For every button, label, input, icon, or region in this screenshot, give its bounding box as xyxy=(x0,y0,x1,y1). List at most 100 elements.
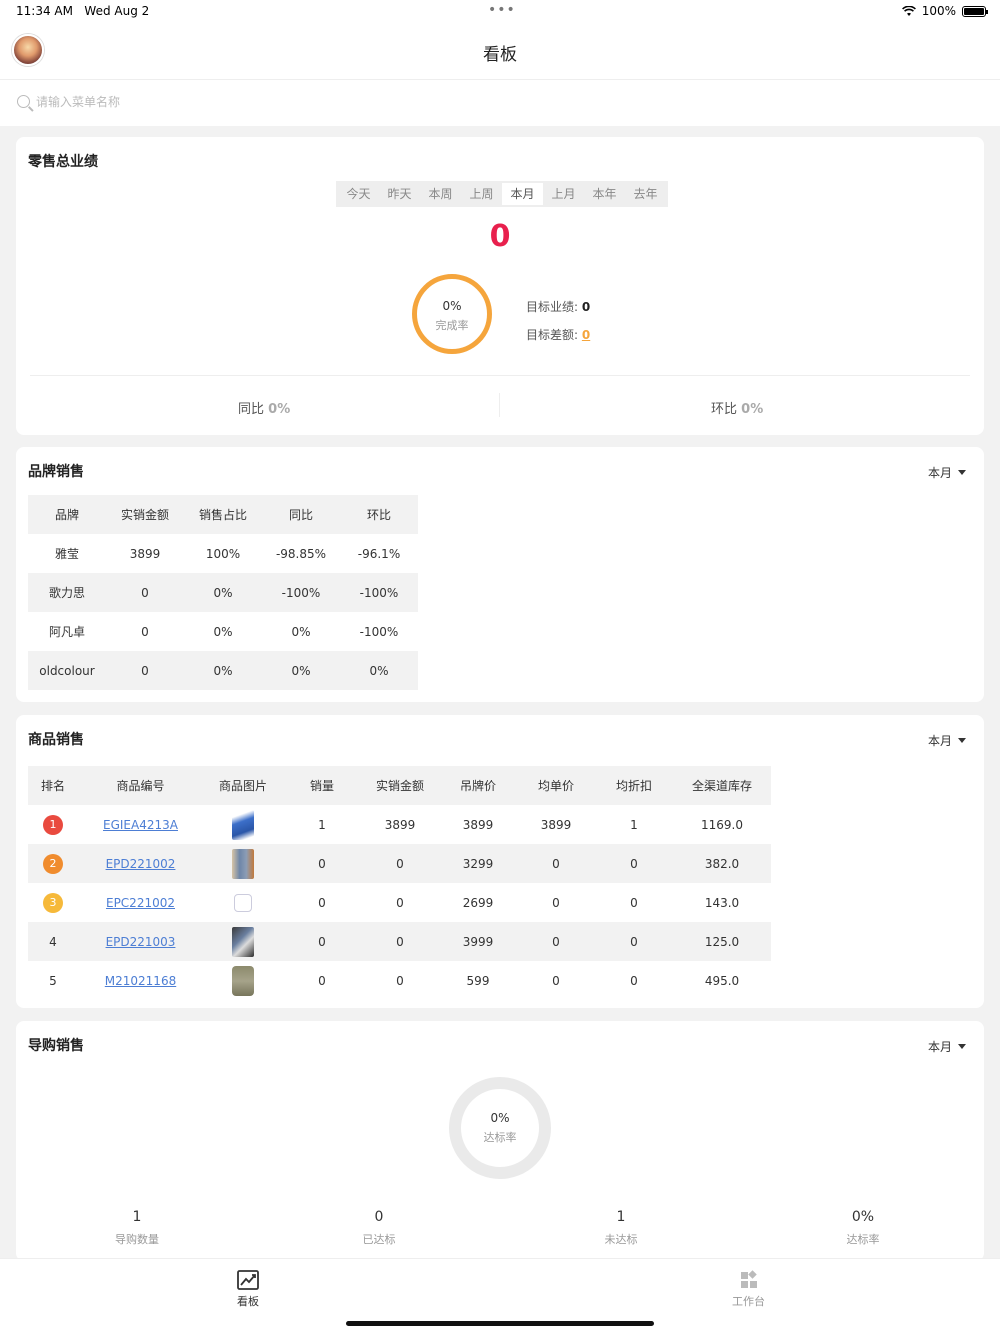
target-rate-label: 达标率 xyxy=(483,1131,517,1144)
status-bar: 11:34 AM Wed Aug 2 ••• 100% xyxy=(0,0,1000,24)
sku-link[interactable]: M21021168 xyxy=(105,974,176,988)
table-cell: 0 xyxy=(283,844,361,883)
table-cell: 1 xyxy=(630,817,638,832)
product-thumbnail[interactable] xyxy=(232,926,254,957)
table-row: 雅莹 3899 100% -98.85% -96.1% xyxy=(28,534,418,573)
table-cell: 0 xyxy=(552,973,560,988)
brand-table: 品牌 实销金额 销售占比 同比 环比 雅莹 3899 100% -98.85% … xyxy=(28,495,418,690)
product-thumbnail[interactable] xyxy=(232,965,254,996)
retail-performance-card: 零售总业绩 今天 昨天 本周 上周 本月 上月 本年 去年 0 0% 完成率 目… xyxy=(16,137,984,435)
tab-today[interactable]: 今天 xyxy=(338,183,379,205)
table-header-row: 排名 商品编号 商品图片 销量 实销金额 吊牌价 均单价 均折扣 全渠道库存 xyxy=(28,766,771,805)
rank-cell: 3 xyxy=(28,883,78,922)
tab-dashboard[interactable]: 看板 xyxy=(236,1269,260,1309)
table-cell: 歌力思 xyxy=(28,573,106,612)
table-cell: 1169.0 xyxy=(701,817,743,832)
brand-sales-card: 品牌销售 本月 品牌 实销金额 销售占比 同比 环比 雅莹 3899 100% … xyxy=(16,447,984,702)
table-cell: 0 xyxy=(595,922,673,961)
tab-this-year[interactable]: 本年 xyxy=(584,183,625,205)
target-rate-percent: 0% xyxy=(490,1111,510,1125)
not-reached-stat: 1 未达标 xyxy=(604,1209,638,1246)
table-cell: 0% xyxy=(340,651,418,690)
wifi-icon xyxy=(901,5,916,16)
page-title: 看板 xyxy=(483,45,517,65)
column-header: 销售占比 xyxy=(184,495,262,534)
sku-link[interactable]: EPC221002 xyxy=(106,896,175,910)
gap-value-link[interactable]: 0 xyxy=(582,328,590,342)
table-cell: 0% xyxy=(184,573,262,612)
caret-down-icon xyxy=(958,470,966,475)
product-sales-card: 商品销售 本月 排名 商品编号 商品图片 销量 实销金额 吊牌价 均单价 均折扣… xyxy=(16,715,984,1008)
table-row: 歌力思 0 0% -100% -100% xyxy=(28,573,418,612)
column-header: 实销金额 xyxy=(106,495,184,534)
guide-sales-card: 导购销售 本月 0% 达标率 1 导购数量 0 已达标 1 未达标 0% 达标率 xyxy=(16,1021,984,1261)
tab-yesterday[interactable]: 昨天 xyxy=(379,183,420,205)
sku-cell: EPD221002 xyxy=(78,844,203,883)
tab-this-month[interactable]: 本月 xyxy=(502,183,543,205)
table-cell: 0 xyxy=(141,624,149,639)
product-table: 排名 商品编号 商品图片 销量 实销金额 吊牌价 均单价 均折扣 全渠道库存 1… xyxy=(28,766,771,1000)
table-cell: 0 xyxy=(396,895,404,910)
image-cell xyxy=(203,961,283,1000)
table-cell: 3899 xyxy=(129,546,161,561)
tab-this-week[interactable]: 本周 xyxy=(420,183,461,205)
tab-workbench[interactable]: 工作台 xyxy=(732,1269,765,1309)
table-row: oldcolour 0 0% 0% 0% xyxy=(28,651,418,690)
grid-icon xyxy=(740,1270,757,1288)
column-header: 排名 xyxy=(28,766,78,805)
table-cell: 0 xyxy=(106,651,184,690)
home-indicator xyxy=(346,1321,654,1326)
guide-count-stat: 1 导购数量 xyxy=(115,1209,159,1246)
product-thumbnail[interactable] xyxy=(232,848,254,879)
table-cell: 0% xyxy=(262,651,340,690)
reach-rate-stat: 0% 达标率 xyxy=(846,1209,880,1246)
table-cell: -100% xyxy=(359,624,399,639)
column-header: 品牌 xyxy=(28,495,106,534)
product-thumbnail[interactable] xyxy=(232,809,254,840)
yoy-stat: 同比 0% xyxy=(238,402,291,417)
product-period-dropdown[interactable]: 本月 xyxy=(928,732,966,749)
caret-down-icon xyxy=(958,1044,966,1049)
sku-link[interactable]: EPD221002 xyxy=(106,857,176,871)
table-cell: 599 xyxy=(466,973,490,988)
target-info: 目标业绩: 0 目标差额: 0 xyxy=(526,293,590,349)
column-header: 实销金额 xyxy=(361,766,439,805)
completion-ring: 0% 完成率 xyxy=(412,274,492,354)
tab-last-year[interactable]: 去年 xyxy=(625,183,666,205)
rank-cell: 5 xyxy=(49,973,57,988)
guide-period-dropdown[interactable]: 本月 xyxy=(928,1038,966,1055)
table-cell: 0 xyxy=(552,895,560,910)
multitask-dots-icon[interactable]: ••• xyxy=(488,2,516,18)
rank-badge: 1 xyxy=(43,814,63,835)
table-row: 2 EPD221002 0 0 3299 0 0 382.0 xyxy=(28,844,771,883)
table-cell: 0 xyxy=(396,973,404,988)
search-input[interactable] xyxy=(36,92,436,112)
column-header: 同比 xyxy=(262,495,340,534)
table-cell: 3899 xyxy=(384,817,416,832)
card-title: 商品销售 xyxy=(28,732,84,748)
table-row: 3 EPC221002 0 0 2699 0 0 143.0 xyxy=(28,883,771,922)
table-cell: 0 xyxy=(283,922,361,961)
column-header: 商品编号 xyxy=(78,766,203,805)
tab-last-week[interactable]: 上周 xyxy=(461,183,502,205)
table-cell: 143.0 xyxy=(704,895,740,910)
table-cell: oldcolour xyxy=(28,651,106,690)
status-right: 100% xyxy=(901,4,988,18)
sku-link[interactable]: EGIEA4213A xyxy=(103,818,178,832)
product-thumbnail[interactable] xyxy=(234,893,252,912)
sku-link[interactable]: EPD221003 xyxy=(106,935,176,949)
target-value: 0 xyxy=(581,300,591,314)
brand-period-dropdown[interactable]: 本月 xyxy=(928,464,966,481)
card-title: 导购销售 xyxy=(28,1038,84,1054)
table-cell: 3899 xyxy=(462,817,494,832)
divider xyxy=(499,393,500,417)
table-cell: 0% xyxy=(291,624,311,639)
completion-percent: 0% xyxy=(442,299,462,313)
total-sales-value: 0 xyxy=(489,219,511,254)
table-row: 1 EGIEA4213A 1 3899 3899 3899 1 1169.0 xyxy=(28,805,771,844)
column-header: 均折扣 xyxy=(595,766,673,805)
table-cell: -98.85% xyxy=(275,546,327,561)
tab-last-month[interactable]: 上月 xyxy=(543,183,584,205)
table-cell: -96.1% xyxy=(357,546,401,561)
table-cell: 阿凡卓 xyxy=(48,625,85,639)
